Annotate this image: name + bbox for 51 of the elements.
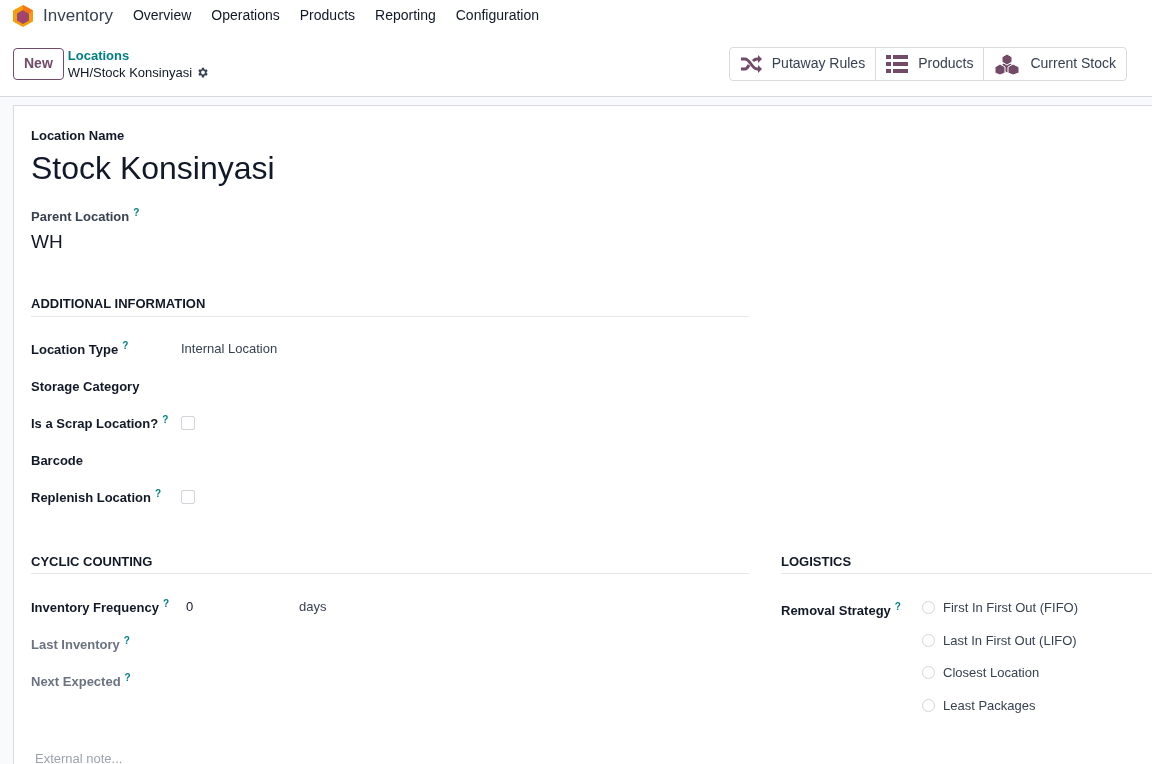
checkbox[interactable] bbox=[181, 490, 195, 504]
field-label: Removal Strategy bbox=[781, 603, 891, 618]
field-label: Replenish Location bbox=[31, 490, 151, 505]
field-label: Is a Scrap Location? bbox=[31, 416, 159, 431]
radio-option[interactable]: First In First Out (FIFO) bbox=[922, 598, 1079, 618]
settings-icon[interactable] bbox=[196, 65, 210, 79]
field-label: Parent Location bbox=[31, 208, 130, 224]
section-title: LOGISTICS bbox=[781, 551, 1152, 574]
help-tooltip-mark[interactable]: ? bbox=[162, 414, 169, 425]
help-tooltip-mark[interactable]: ? bbox=[124, 671, 131, 683]
checkbox[interactable] bbox=[181, 416, 195, 430]
menu-item[interactable]: Reporting bbox=[375, 5, 436, 26]
menu-item[interactable]: Products bbox=[299, 5, 356, 26]
field-label: Barcode bbox=[31, 453, 84, 468]
shuffle-icon bbox=[739, 54, 762, 73]
parent-location-value[interactable]: WH bbox=[31, 227, 1152, 256]
help-tooltip-mark[interactable]: ? bbox=[133, 206, 140, 218]
field-label: Location Name bbox=[31, 127, 126, 145]
menu-item[interactable]: Configuration bbox=[455, 5, 539, 26]
field-label: Next Expected bbox=[31, 673, 121, 689]
smart-button[interactable]: Putaway Rules bbox=[729, 47, 876, 80]
new-button[interactable]: New bbox=[13, 47, 64, 80]
field-label: Last Inventory bbox=[31, 636, 120, 652]
smart-button[interactable]: Current Stock bbox=[983, 47, 1126, 80]
section-title: CYCLIC COUNTING bbox=[31, 551, 749, 574]
hexagon-logo-icon bbox=[13, 4, 33, 27]
menu-item[interactable]: Overview bbox=[132, 5, 192, 26]
radio-option[interactable]: Closest Location bbox=[922, 663, 1079, 683]
field-value[interactable]: Internal Location bbox=[181, 339, 278, 359]
external-note-field[interactable]: External note... bbox=[35, 749, 635, 764]
field-label: Inventory Frequency bbox=[31, 599, 159, 615]
radio-option[interactable]: Last In First Out (LIFO) bbox=[922, 630, 1079, 650]
smart-button[interactable]: Products bbox=[875, 47, 984, 80]
location-name[interactable]: Stock Konsinyasi bbox=[31, 145, 1152, 190]
breadcrumb-link[interactable]: Locations bbox=[67, 46, 210, 64]
help-tooltip-mark[interactable]: ? bbox=[122, 340, 129, 351]
cubes-icon bbox=[994, 52, 1021, 75]
field-label: Storage Category bbox=[31, 379, 140, 394]
field-label: Location Type bbox=[31, 342, 119, 357]
help-tooltip-mark[interactable]: ? bbox=[162, 597, 169, 609]
breadcrumb-current: WH/Stock Konsinyasi bbox=[67, 63, 193, 81]
app-name[interactable]: Inventory bbox=[43, 2, 113, 29]
help-tooltip-mark[interactable]: ? bbox=[154, 488, 161, 499]
menu-item[interactable]: Operations bbox=[211, 5, 280, 26]
help-tooltip-mark[interactable]: ? bbox=[894, 601, 901, 612]
radio-option[interactable]: Least Packages bbox=[922, 695, 1079, 715]
unit-text: days bbox=[299, 597, 327, 616]
frequency-input[interactable]: 0 bbox=[181, 596, 299, 617]
help-tooltip-mark[interactable]: ? bbox=[123, 634, 130, 646]
section-title: ADDITIONAL INFORMATION bbox=[31, 294, 749, 317]
list-icon bbox=[886, 54, 909, 73]
